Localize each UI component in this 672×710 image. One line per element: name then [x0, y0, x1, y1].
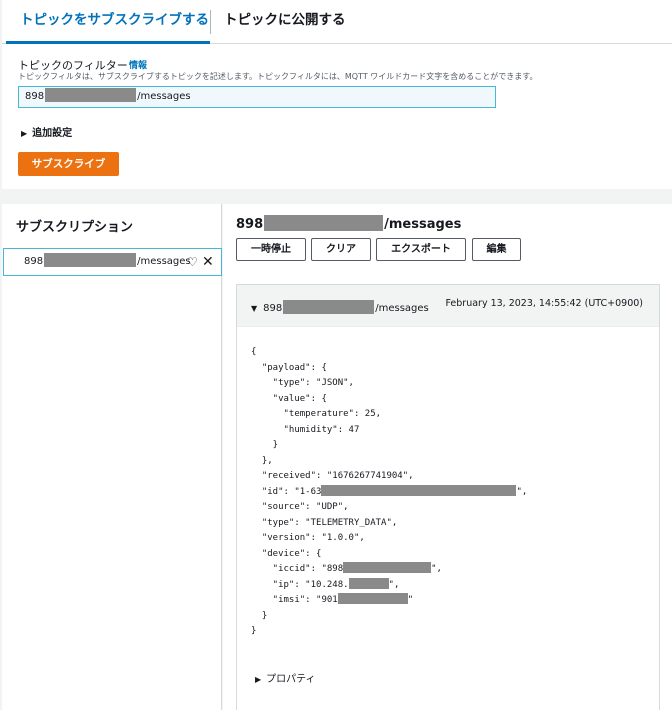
filter-description: トピックフィルタは、サブスクライブするトピックを記述します。トピックフィルタには… [18, 72, 538, 81]
subscription-prefix: 898 [24, 256, 44, 267]
subscriptions-panel: サブスクリプション 898/messages ♡ ✕ [2, 204, 222, 710]
caret-right-icon: ▶ [255, 675, 262, 684]
topic-title-prefix: 898 [236, 217, 264, 232]
json-line: "imsi": "901 [251, 595, 338, 605]
topic-filter-input[interactable]: 898/messages [18, 86, 496, 108]
json-line: "temperature": 25, [251, 409, 382, 419]
info-link[interactable]: 情報 [129, 58, 147, 71]
json-line: "iccid": "898 [251, 564, 344, 574]
close-icon[interactable]: ✕ [202, 249, 214, 275]
json-line: "device": { [251, 548, 322, 559]
filter-value-prefix: 898 [25, 91, 45, 102]
json-line: "type": "TELEMETRY_DATA", [251, 517, 398, 528]
json-line: { [251, 347, 257, 357]
json-line: "received": "1676267741904", [251, 471, 414, 481]
message-topic-prefix: 898 [263, 303, 283, 314]
message-header[interactable]: ▼ 898/messages February 13, 2023, 14:55:4… [237, 285, 659, 327]
json-line: ", [388, 579, 400, 590]
topic-title-suffix: /messages [384, 217, 462, 232]
json-line: "type": "JSON", [251, 378, 354, 388]
properties-label: プロパティ [266, 674, 316, 685]
json-line: ", [431, 564, 442, 574]
json-line: "payload": { [251, 362, 327, 373]
top-panel: トピックをサブスクライブする トピックに公開する トピックのフィルター 情報 ト… [2, 0, 672, 189]
message-json-payload: { "payload": { "type": "JSON", "value": … [251, 345, 527, 640]
message-card: ▼ 898/messages February 13, 2023, 14:55:4… [236, 284, 660, 710]
tab-divider [210, 10, 211, 34]
subscriptions-title: サブスクリプション [16, 220, 134, 235]
message-topic-suffix: /messages [375, 303, 429, 314]
edit-button[interactable]: 編集 [472, 238, 521, 261]
favorite-heart-icon[interactable]: ♡ [187, 249, 198, 275]
subscription-suffix: /messages [137, 256, 191, 267]
clear-button[interactable]: クリア [311, 238, 371, 261]
properties-toggle[interactable]: ▶ プロパティ [255, 670, 316, 685]
filter-value-suffix: /messages [137, 91, 191, 102]
json-line: " [407, 595, 414, 605]
subscription-item[interactable]: 898/messages ♡ ✕ [3, 248, 222, 276]
redaction-block [348, 577, 389, 589]
message-timestamp: February 13, 2023, 14:55:42 (UTC+0900) [445, 298, 643, 309]
tab-bar: トピックをサブスクライブする トピックに公開する [2, 0, 672, 44]
caret-down-icon: ▼ [251, 304, 258, 313]
redaction-block [337, 593, 408, 604]
additional-settings-label: 追加設定 [32, 128, 73, 139]
topic-title: 898/messages [236, 215, 461, 232]
export-button[interactable]: エクスポート [376, 238, 466, 261]
json-line: } [251, 610, 268, 621]
redaction-block [44, 253, 137, 267]
redaction-block [343, 562, 432, 573]
redaction-block [283, 300, 375, 314]
json-line: "source": "UDP", [251, 502, 349, 512]
redaction-block [264, 215, 384, 231]
redaction-block [321, 484, 517, 496]
json-line: "value": { [251, 393, 327, 404]
json-line: "ip": "10.248. [251, 579, 349, 590]
json-line: "humidity": 47 [251, 424, 360, 435]
json-line: "id": "1-63 [251, 486, 322, 497]
pause-button[interactable]: 一時停止 [236, 238, 306, 261]
json-line: } [251, 626, 257, 636]
tab-publish[interactable]: トピックに公開する [224, 0, 346, 44]
subscribe-button[interactable]: サブスクライブ [18, 152, 119, 176]
additional-settings-toggle[interactable]: ▶ 追加設定 [21, 124, 72, 139]
json-line: ", [516, 486, 528, 497]
redaction-block [45, 88, 137, 102]
json-line: } [251, 440, 279, 450]
json-line: }, [251, 455, 273, 466]
caret-right-icon: ▶ [21, 129, 28, 138]
message-topic: ▼ 898/messages [251, 300, 429, 314]
topic-messages-panel: 898/messages 一時停止 クリア エクスポート 編集 ▼ 898/mes… [223, 204, 672, 710]
json-line: "version": "1.0.0", [251, 533, 365, 543]
tab-subscribe[interactable]: トピックをサブスクライブする [6, 0, 210, 44]
